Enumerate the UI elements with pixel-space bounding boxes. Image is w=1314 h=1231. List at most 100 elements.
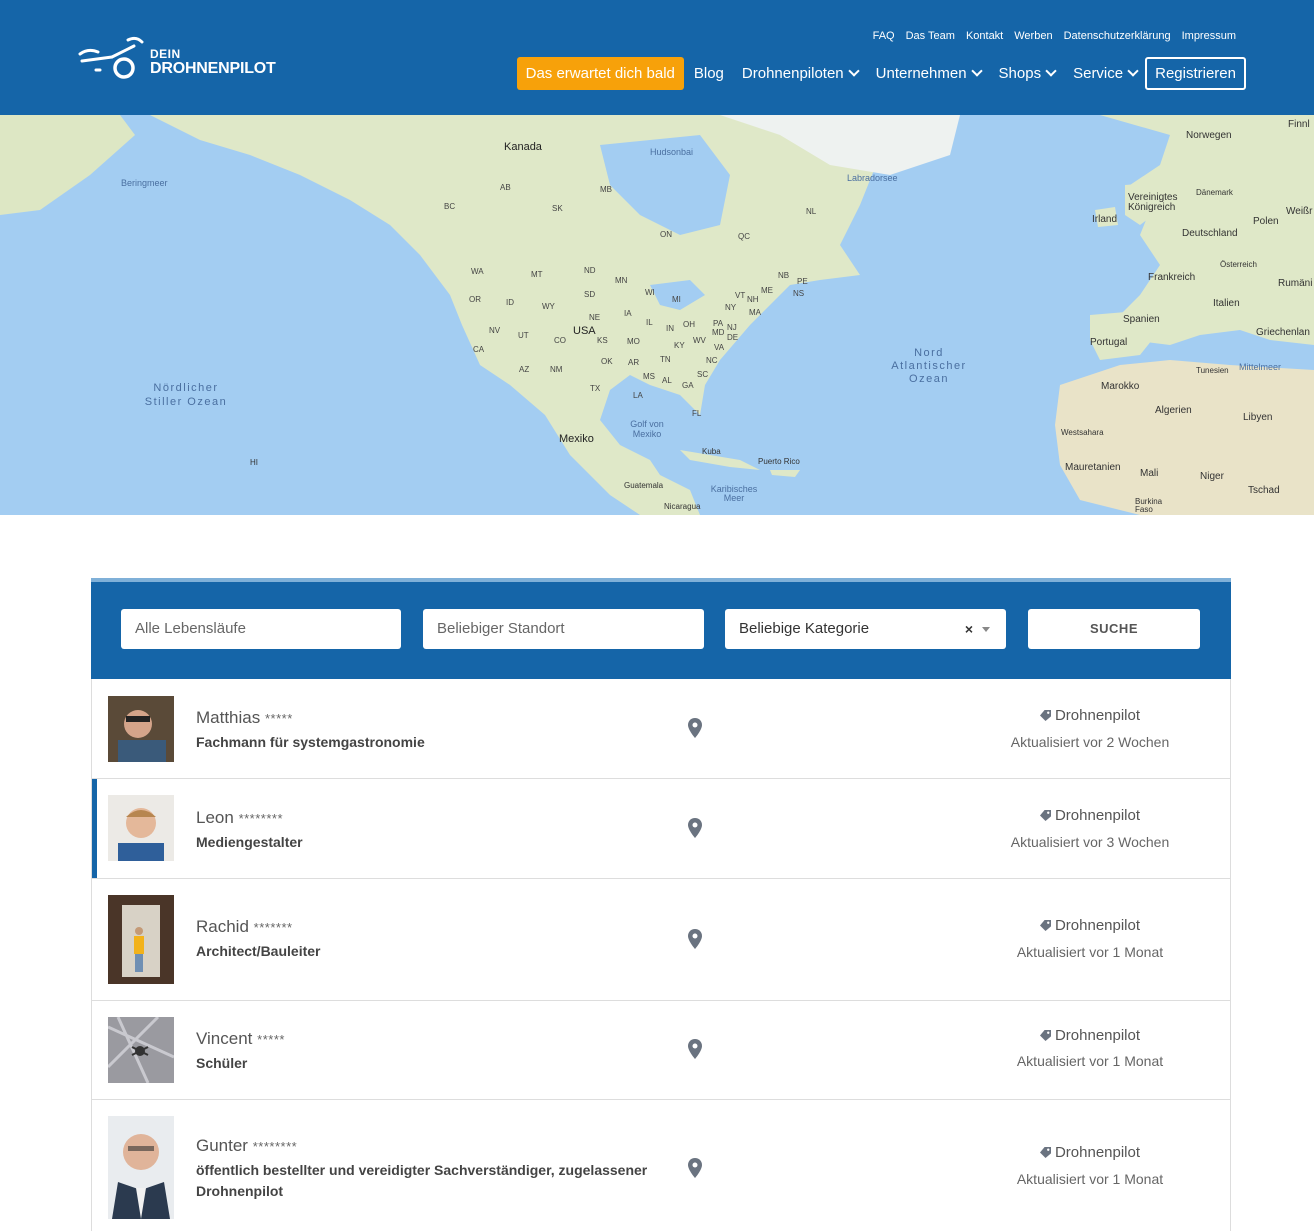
map-label-puertorico: Puerto Rico — [758, 457, 800, 466]
link-kontakt[interactable]: Kontakt — [966, 30, 1003, 42]
map-label-state: MI — [672, 295, 681, 304]
map-label-state: ID — [506, 298, 514, 307]
result-surname-hidden: ***** — [264, 711, 293, 726]
link-impressum[interactable]: Impressum — [1182, 30, 1236, 42]
map-label-state: MD — [712, 328, 725, 337]
map-label-libyen: Libyen — [1243, 412, 1273, 423]
map-label-marokko: Marokko — [1101, 381, 1140, 392]
logo-line-1: DEIN — [150, 47, 181, 61]
link-datenschutz[interactable]: Datenschutzerklärung — [1064, 30, 1171, 42]
nav-service-label: Service — [1073, 65, 1124, 82]
map-label-state: VT — [735, 291, 746, 300]
search-bar: Alle Lebensläufe Beliebiger Standort Bel… — [91, 582, 1231, 679]
map-label-nordatlantik: Nord Atlantischer Ozean — [891, 347, 967, 385]
map-label-state: FL — [692, 409, 702, 418]
site-logo[interactable]: DEIN DROHNENPILOT — [78, 34, 288, 84]
result-title: Fachmann für systemgastronomie — [196, 734, 425, 750]
register-button[interactable]: Registrieren — [1145, 57, 1246, 90]
nav-unternehmen[interactable]: Unternehmen — [876, 65, 983, 82]
nav-shops[interactable]: Shops — [999, 65, 1057, 82]
map-label-westsahara: Westsahara — [1061, 428, 1104, 437]
chevron-down-icon — [1045, 65, 1057, 77]
avatar — [108, 795, 174, 861]
result-surname-hidden: ******* — [253, 920, 293, 935]
keywords-input[interactable]: Alle Lebensläufe — [121, 609, 401, 649]
result-name: Matthias ***** — [196, 708, 293, 728]
link-team[interactable]: Das Team — [906, 30, 955, 42]
result-updated: Aktualisiert vor 1 Monat — [1016, 1053, 1164, 1069]
map-label-state: KY — [674, 341, 685, 350]
map-label-usa: USA — [573, 325, 596, 337]
map-label-rumaenien: Rumäni — [1278, 278, 1313, 289]
clear-icon[interactable]: × — [965, 609, 973, 649]
result-name: Vincent ***** — [196, 1029, 285, 1049]
map-view[interactable]: Kanada Hudsonbai Labradorsee Beringmeer … — [0, 115, 1314, 515]
result-first-name: Vincent — [196, 1029, 253, 1048]
map-label-state: KS — [597, 336, 608, 345]
result-first-name: Matthias — [196, 708, 261, 727]
map-label-norwegen: Norwegen — [1186, 130, 1232, 141]
avatar — [108, 696, 174, 762]
map-label-state: OH — [683, 320, 695, 329]
result-category: Drohnenpilot — [972, 1144, 1208, 1161]
search-button[interactable]: SUCHE — [1028, 609, 1200, 649]
nav-drohnenpiloten[interactable]: Drohnenpiloten — [742, 65, 860, 82]
map-label-portugal: Portugal — [1090, 337, 1128, 348]
map-label-state: UT — [518, 331, 529, 340]
location-input[interactable]: Beliebiger Standort — [423, 609, 704, 649]
map-label-state: ND — [584, 266, 596, 275]
map-label-state: NE — [589, 313, 601, 322]
caret-down-icon[interactable] — [982, 627, 990, 632]
result-title: öffentlich bestellter und vereidigter Sa… — [196, 1162, 648, 1199]
map-label-state: AZ — [519, 365, 530, 374]
map-label-irland: Irland — [1092, 214, 1118, 225]
category-select[interactable]: Beliebige Kategorie × — [725, 609, 1006, 649]
map-label-frankreich: Frankreich — [1148, 272, 1196, 283]
map-label-state: AR — [628, 358, 640, 367]
result-title: Schüler — [196, 1055, 248, 1071]
result-updated: Aktualisiert vor 1 Monat — [1016, 1171, 1164, 1187]
result-updated: Aktualisiert vor 3 Wochen — [1010, 834, 1170, 850]
chevron-down-icon — [847, 65, 860, 77]
map-label-nordpazifik: Nördlicher Stiller Ozean — [144, 382, 228, 408]
location-pin-icon — [688, 1039, 702, 1059]
result-row[interactable]: Rachid ******* Architect/Bauleiter Drohn… — [92, 879, 1230, 1001]
map-label-state: MS — [643, 372, 655, 381]
result-first-name: Leon — [196, 808, 234, 827]
map-label-state: IL — [646, 318, 653, 327]
result-category-label: Drohnenpilot — [1054, 807, 1141, 824]
map-label-state: PA — [713, 319, 724, 328]
link-faq[interactable]: FAQ — [873, 30, 895, 42]
map-label-state: NY — [725, 303, 737, 312]
cta-button[interactable]: Das erwartet dich bald — [516, 57, 684, 90]
nav-blog[interactable]: Blog — [694, 65, 724, 82]
result-row[interactable]: Matthias ***** Fachmann für systemgastro… — [92, 679, 1230, 779]
map-label-mittelmeer: Mittelmeer — [1239, 362, 1282, 372]
result-row[interactable]: Gunter ******** öffentlich bestellter un… — [92, 1100, 1230, 1231]
result-name: Gunter ******** — [196, 1136, 297, 1156]
map-label-state: NC — [706, 356, 718, 365]
map-label-vk: Vereinigtes Königreich — [1128, 192, 1178, 213]
map-label-spanien: Spanien — [1123, 314, 1160, 325]
map-label-state: NS — [793, 289, 805, 298]
map-label-state: WI — [645, 288, 655, 297]
avatar-photo — [108, 795, 174, 861]
map-label-state: MA — [749, 308, 761, 317]
map-label-state: CO — [554, 336, 566, 345]
link-werben[interactable]: Werben — [1014, 30, 1052, 42]
result-category-label: Drohnenpilot — [1054, 1144, 1141, 1161]
result-name: Leon ******** — [196, 808, 283, 828]
result-row[interactable]: Leon ******** Mediengestalter Drohnenpil… — [92, 779, 1230, 879]
result-surname-hidden: ******** — [252, 1139, 298, 1154]
avatar-photo — [108, 696, 174, 762]
nav-service[interactable]: Service — [1073, 65, 1139, 82]
result-updated: Aktualisiert vor 2 Wochen — [1010, 734, 1170, 750]
map-label-daenemark: Dänemark — [1196, 188, 1233, 197]
avatar-photo — [108, 1017, 174, 1083]
map-label-state: ME — [761, 286, 773, 295]
map-label-state: CA — [473, 345, 485, 354]
avatar — [108, 1116, 174, 1219]
result-surname-hidden: ***** — [257, 1032, 285, 1047]
result-row[interactable]: Vincent ***** Schüler Drohnenpilot Aktua… — [92, 1001, 1230, 1100]
map-label-state: GA — [682, 381, 694, 390]
